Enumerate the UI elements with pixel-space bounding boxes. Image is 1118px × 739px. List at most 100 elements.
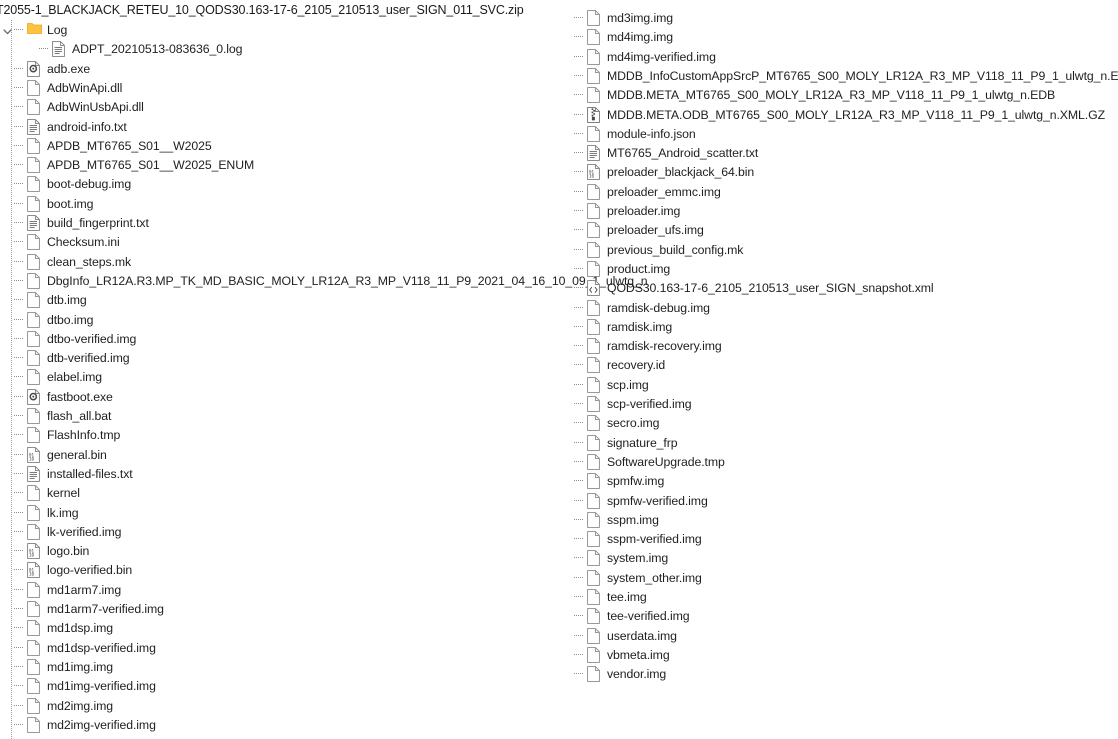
tree-file-row[interactable]: spmfw-verified.img [560, 491, 708, 510]
text-file-icon [52, 40, 66, 57]
tree-file-row[interactable]: md3img.img [560, 8, 673, 27]
tree-file-row[interactable]: MDDB.META.ODB_MT6765_S00_MOLY_LR12A_R3_M… [560, 105, 1105, 124]
tree-file-row[interactable]: fastboot.exe [0, 387, 113, 406]
tree-file-row[interactable]: scp.img [560, 375, 649, 394]
tree-file-row[interactable]: tee.img [560, 587, 647, 606]
tree-file-row[interactable]: AdbWinUsbApi.dll [0, 97, 144, 116]
tree-file-row[interactable]: 01 10 logo-verified.bin [0, 560, 132, 579]
tree-file-row[interactable]: module-info.json [560, 124, 696, 143]
tree-file-row[interactable]: sspm.img [560, 510, 659, 529]
file-name-label: vbmeta.img [607, 647, 670, 662]
exe-file-icon [27, 388, 41, 405]
tree-file-row[interactable]: SoftwareUpgrade.tmp [560, 452, 725, 471]
tree-file-row[interactable]: FlashInfo.tmp [0, 425, 120, 444]
tree-connector-line [11, 155, 27, 174]
tree-file-row[interactable]: Checksum.ini [0, 232, 120, 251]
tree-file-row[interactable]: dtbo-verified.img [0, 329, 136, 348]
tree-file-row[interactable]: QODS30.163-17-6_2105_210513_user_SIGN_sn… [560, 278, 934, 297]
tree-file-row[interactable]: dtbo.img [0, 310, 93, 329]
tree-file-row[interactable]: lk.img [0, 503, 79, 522]
tree-file-row[interactable]: elabel.img [0, 367, 102, 386]
tree-file-row[interactable]: installed-files.txt [0, 464, 133, 483]
tree-file-row[interactable]: 01 10 general.bin [0, 445, 107, 464]
tree-file-row[interactable]: system.img [560, 548, 668, 567]
tree-file-row[interactable]: adb.exe [0, 59, 90, 78]
tree-file-row[interactable]: preloader_emmc.img [560, 182, 721, 201]
tree-file-row[interactable]: signature_frp [560, 433, 678, 452]
file-name-label: md1img.img [47, 659, 113, 674]
tree-file-row[interactable]: sspm-verified.img [560, 529, 702, 548]
tree-file-row[interactable]: android-info.txt [0, 117, 127, 136]
tree-file-row[interactable]: md1arm7-verified.img [0, 599, 164, 618]
tree-file-row[interactable]: APDB_MT6765_S01__W2025_ENUM [0, 155, 254, 174]
tree-file-row[interactable]: MDDB_InfoCustomAppSrcP_MT6765_S00_MOLY_L… [560, 66, 1118, 85]
file-name-label: MT6765_Android_scatter.txt [607, 145, 759, 160]
file-name-label: spmfw.img [607, 473, 665, 488]
tree-file-row[interactable]: dtb.img [0, 290, 87, 309]
tree-file-row[interactable]: DbgInfo_LR12A.R3.MP_TK_MD_BASIC_MOLY_LR1… [0, 271, 648, 290]
tree-file-row[interactable]: md1img.img [0, 657, 113, 676]
tree-file-row[interactable]: md1dsp-verified.img [0, 638, 156, 657]
tree-file-row[interactable]: lk-verified.img [0, 522, 121, 541]
tree-file-row[interactable]: md1arm7.img [0, 580, 121, 599]
tree-file-row[interactable]: recovery.id [560, 355, 665, 374]
blank-file-icon [27, 175, 41, 192]
file-name-label: kernel [47, 485, 80, 500]
tree-file-row[interactable]: MDDB.META_MT6765_S00_MOLY_LR12A_R3_MP_V1… [560, 85, 1055, 104]
tree-file-row[interactable]: vbmeta.img [560, 645, 670, 664]
tree-file-row[interactable]: system_other.img [560, 568, 702, 587]
tree-file-row[interactable]: vendor.img [560, 664, 666, 683]
tree-folder-row[interactable]: Log [0, 20, 67, 39]
tree-connector-line [11, 696, 27, 715]
tree-file-row[interactable]: AdbWinApi.dll [0, 78, 122, 97]
tree-file-row[interactable]: preloader_ufs.img [560, 220, 704, 239]
tree-connector-line [11, 406, 27, 425]
tree-file-row[interactable]: md4img-verified.img [560, 47, 716, 66]
tree-file-row[interactable]: md4img.img [560, 27, 673, 46]
tree-file-row[interactable]: ADPT_20210513-083636_0.log [0, 39, 242, 58]
tree-connector-line [11, 715, 27, 734]
blank-file-icon [27, 79, 41, 96]
tree-file-row[interactable]: tee-verified.img [560, 606, 690, 625]
tree-file-row[interactable]: 01 10 preloader_blackjack_64.bin [560, 162, 754, 181]
tree-file-row[interactable]: ramdisk-debug.img [560, 298, 710, 317]
tree-file-row[interactable]: kernel [0, 483, 80, 502]
tree-file-row[interactable]: MT6765_Android_scatter.txt [560, 143, 758, 162]
blank-file-icon [27, 291, 41, 308]
tree-file-row[interactable]: spmfw.img [560, 471, 664, 490]
tree-file-row[interactable]: previous_build_config.mk [560, 240, 743, 259]
tree-file-row[interactable]: md1img-verified.img [0, 676, 156, 695]
file-name-label: md3img.img [607, 10, 673, 25]
tree-connector-line [571, 317, 587, 336]
tree-file-row[interactable]: userdata.img [560, 626, 677, 645]
tree-file-row[interactable]: md2img.img [0, 696, 113, 715]
tree-file-row[interactable]: dtb-verified.img [0, 348, 130, 367]
exe-file-icon [27, 60, 41, 77]
tree-file-row[interactable]: boot-debug.img [0, 174, 131, 193]
tree-file-row[interactable]: clean_steps.mk [0, 252, 131, 271]
tree-connector-line [11, 560, 27, 579]
tree-file-row[interactable]: scp-verified.img [560, 394, 692, 413]
tree-file-row[interactable]: APDB_MT6765_S01__W2025 [0, 136, 212, 155]
file-name-label: ramdisk.img [607, 319, 673, 334]
tree-connector-line [571, 220, 587, 239]
tree-connector-line [571, 355, 587, 374]
tree-file-row[interactable]: build_fingerprint.txt [0, 213, 149, 232]
blank-file-icon [27, 137, 41, 154]
tree-connector-line [11, 174, 27, 193]
text-file-icon [27, 214, 41, 231]
tree-file-row[interactable]: 01 10 logo.bin [0, 541, 89, 560]
tree-file-row[interactable]: flash_all.bat [0, 406, 111, 425]
tree-file-row[interactable]: preloader.img [560, 201, 680, 220]
tree-connector-line [11, 387, 27, 406]
blank-file-icon [587, 86, 601, 103]
tree-file-row[interactable]: ramdisk-recovery.img [560, 336, 722, 355]
blank-file-icon [587, 492, 601, 509]
blank-file-icon [587, 356, 601, 373]
tree-file-row[interactable]: boot.img [0, 194, 93, 213]
tree-file-row[interactable]: md2img-verified.img [0, 715, 156, 734]
tree-file-row[interactable]: secro.img [560, 413, 660, 432]
tree-file-row[interactable]: ramdisk.img [560, 317, 672, 336]
tree-file-row[interactable]: md1dsp.img [0, 618, 113, 637]
tree-file-row[interactable]: product.img [560, 259, 670, 278]
